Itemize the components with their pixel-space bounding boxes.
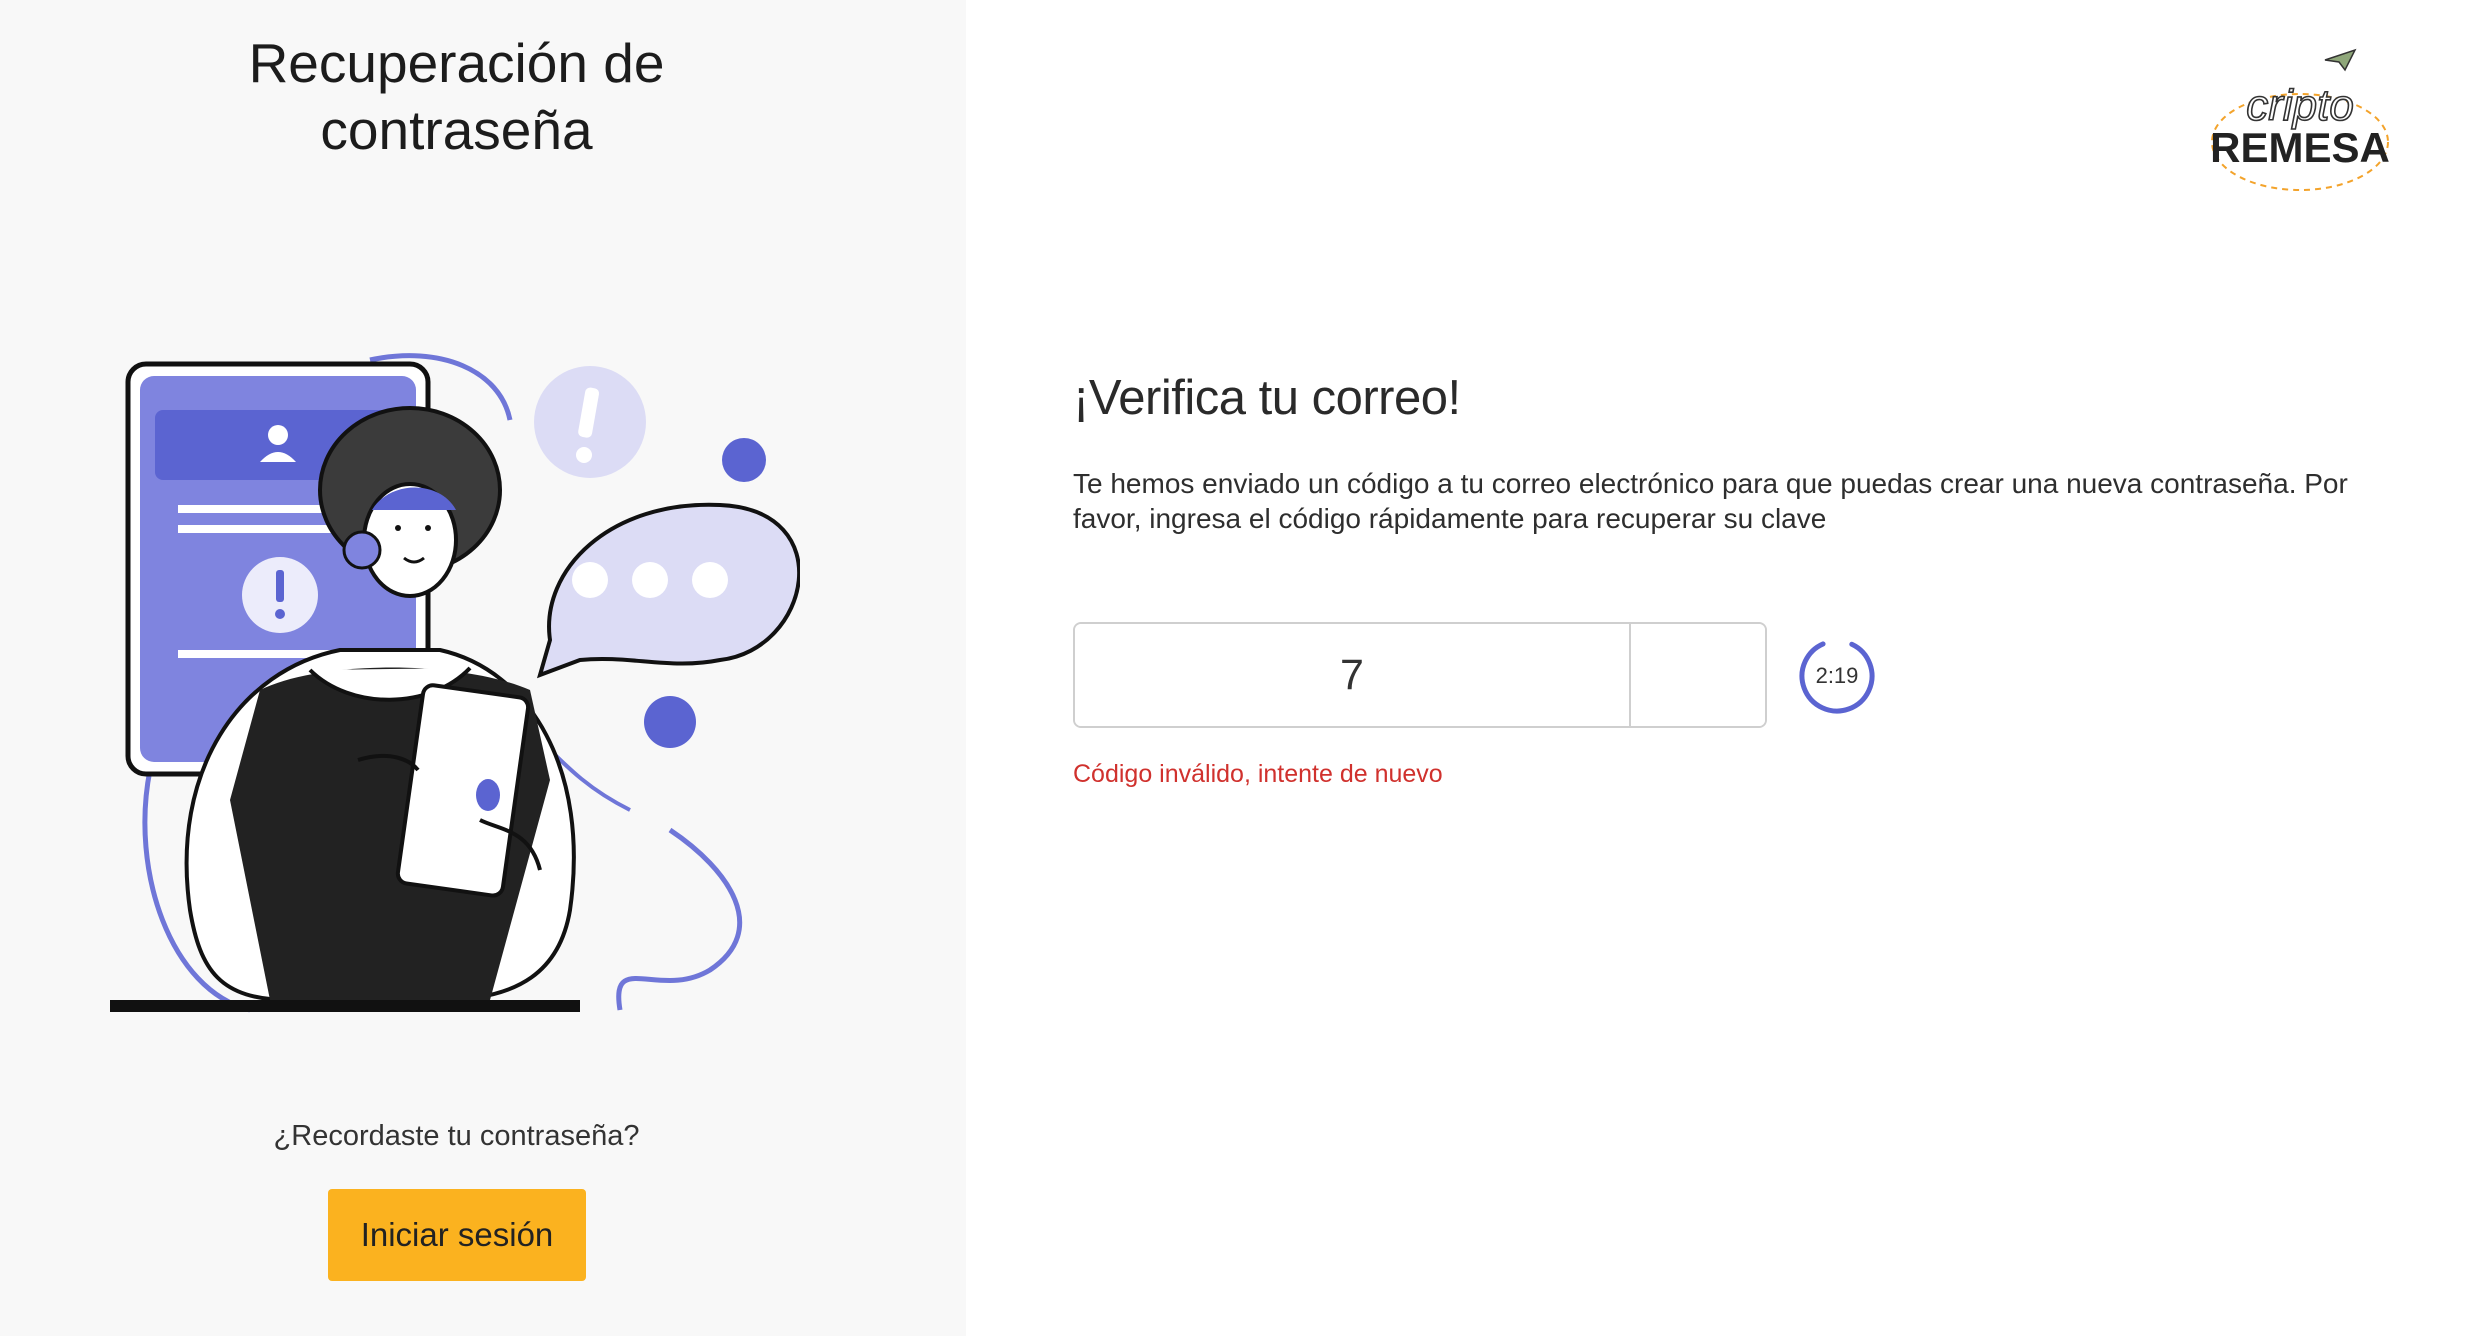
verify-description: Te hemos enviado un código a tu correo e…: [1073, 468, 2348, 534]
code-digit-2[interactable]: [1631, 624, 1765, 726]
page-title-line2: contraseña: [320, 99, 593, 161]
logo-top-text: cripto: [2246, 81, 2354, 130]
error-message: Código inválido, intente de nuevo: [1073, 760, 1443, 788]
page-title: Recuperación de contraseña: [0, 30, 913, 164]
login-button[interactable]: Iniciar sesión: [328, 1189, 586, 1281]
page-title-line1: Recuperación de: [248, 32, 665, 94]
left-panel: Recuperación de contraseña ¿Recordaste t…: [0, 0, 966, 1336]
verify-title: ¡Verifica tu correo!: [1073, 371, 1461, 425]
remember-password-text: ¿Recordaste tu contraseña?: [273, 1120, 640, 1152]
verification-code-group: [1073, 622, 1767, 728]
logo-bottom-text: REMESA: [2210, 124, 2390, 171]
support-agent-illustration: [110, 353, 800, 1013]
code-digit-1[interactable]: [1075, 624, 1631, 726]
cripto-remesa-logo: cripto REMESA: [2210, 48, 2390, 191]
countdown-timer-text: 2:19: [1815, 663, 1859, 688]
